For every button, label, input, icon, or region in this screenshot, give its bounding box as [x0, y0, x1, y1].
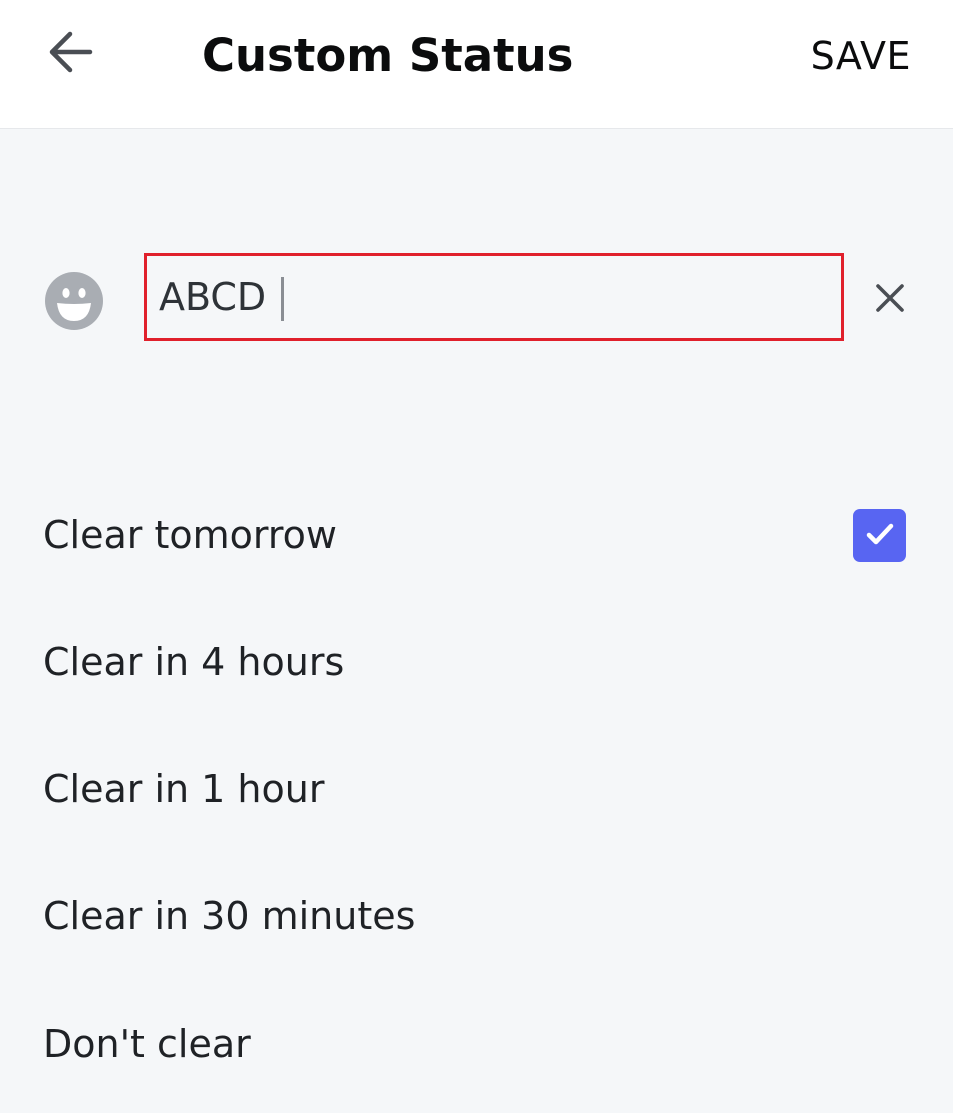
close-icon: [873, 281, 907, 319]
smiley-face-icon: [44, 272, 104, 335]
clear-option-tomorrow[interactable]: Clear tomorrow: [0, 481, 953, 591]
top-bar: Custom Status SAVE: [0, 0, 953, 129]
back-button[interactable]: [34, 22, 104, 86]
page-title: Custom Status: [202, 29, 574, 82]
clear-option-label: Clear in 30 minutes: [43, 894, 416, 938]
checkmark-icon: [865, 521, 895, 551]
custom-status-input[interactable]: [159, 256, 819, 338]
clear-status-button[interactable]: [862, 272, 918, 328]
text-caret: [281, 277, 284, 321]
status-input-container: [144, 253, 844, 341]
clear-option-label: Don't clear: [43, 1022, 251, 1066]
clear-option-label: Clear tomorrow: [43, 513, 337, 557]
clear-option-1-hour[interactable]: Clear in 1 hour: [0, 735, 953, 845]
clear-option-label: Clear in 4 hours: [43, 640, 345, 684]
clear-option-label: Clear in 1 hour: [43, 767, 325, 811]
emoji-picker-button[interactable]: [44, 271, 104, 331]
clear-option-dont-clear[interactable]: Don't clear: [0, 990, 953, 1100]
save-button[interactable]: SAVE: [811, 30, 911, 82]
clear-option-4-hours[interactable]: Clear in 4 hours: [0, 608, 953, 718]
arrow-left-icon: [44, 30, 94, 78]
checkbox-checked[interactable]: [853, 509, 906, 562]
clear-option-30-minutes[interactable]: Clear in 30 minutes: [0, 862, 953, 972]
